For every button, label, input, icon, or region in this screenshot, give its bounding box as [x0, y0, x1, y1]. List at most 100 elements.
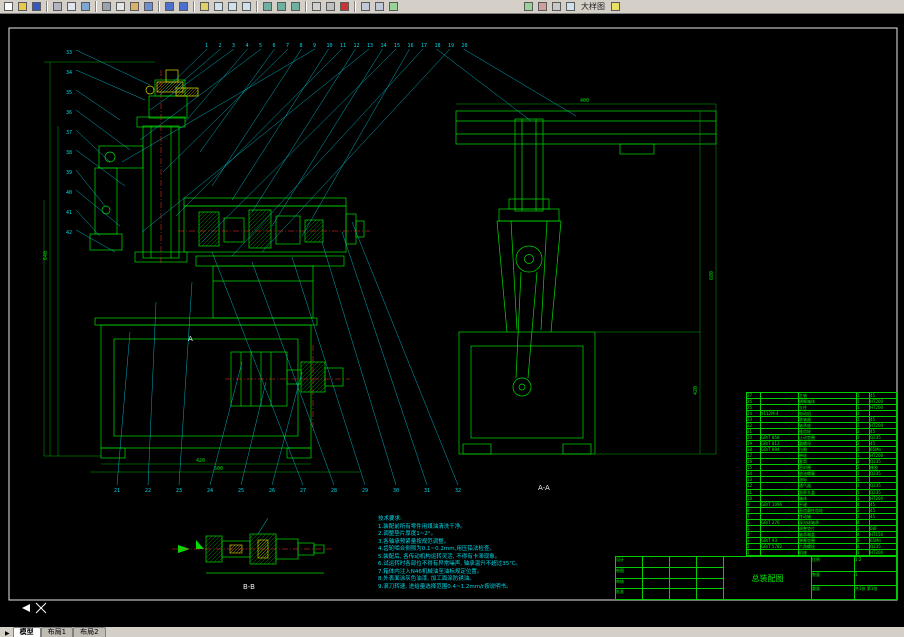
- balloon-number: 22: [145, 488, 151, 494]
- titleblock-sig: 设计 制图 审核 批准: [616, 557, 724, 599]
- note-line: 2.调整垫片厚度1~2°。: [378, 531, 437, 537]
- design-center-icon[interactable]: [275, 1, 288, 13]
- bom-table[interactable]: 27 主轴 1 45 26 横臂箱体 1 HT200 25 立柱 1 HT200 24 Y112M-4 电动…: [746, 392, 897, 556]
- dim-text: 680: [709, 271, 715, 280]
- tab-nav-arrow[interactable]: ▶: [2, 630, 13, 637]
- dim-text: 420: [196, 458, 205, 464]
- view-label-side: A-A: [538, 484, 550, 492]
- side-dimensions: [456, 103, 717, 455]
- copy-icon[interactable]: [114, 1, 127, 13]
- dim-text: 640: [43, 251, 49, 260]
- bom-cell: 1: [747, 549, 750, 555]
- sig-cell: [669, 589, 696, 599]
- bom-cell: [760, 549, 798, 555]
- drawing-canvas[interactable]: 640 420 500 A 680 420 400 A-A B-B 1 2 3 …: [0, 14, 904, 627]
- balloon-number: 19: [448, 43, 454, 49]
- tool-palettes-icon[interactable]: [289, 1, 302, 13]
- balloon-number: 1: [205, 43, 208, 49]
- print-preview-icon[interactable]: [65, 1, 78, 13]
- named-views-icon[interactable]: [564, 1, 577, 13]
- zoom-window-icon[interactable]: [226, 1, 239, 13]
- layer-manager-icon[interactable]: [310, 1, 323, 13]
- save-file-icon[interactable]: [30, 1, 43, 13]
- weight-label: 重量: [812, 585, 854, 599]
- help-icon[interactable]: [609, 1, 622, 13]
- qty-value: 1: [854, 571, 896, 585]
- balloon-number: 2: [219, 43, 222, 49]
- sig-row: 制图: [616, 566, 723, 578]
- section-view[interactable]: B-B: [172, 517, 334, 591]
- balloon-number: 17: [421, 43, 427, 49]
- zoom-previous-icon[interactable]: [240, 1, 253, 13]
- zoom-realtime-icon[interactable]: [212, 1, 225, 13]
- balloon-number: 25: [238, 488, 244, 494]
- balloon-number: 3: [232, 43, 235, 49]
- sig-cell: 制图: [616, 567, 624, 573]
- table-style-icon[interactable]: [550, 1, 563, 13]
- publish-icon[interactable]: [79, 1, 92, 13]
- ucs-icon: [22, 604, 30, 612]
- sig-row: 批准: [616, 588, 723, 599]
- balloon-number: 27: [300, 488, 306, 494]
- hatch-icon[interactable]: [387, 1, 400, 13]
- balloon-number: 15: [394, 43, 400, 49]
- title-block[interactable]: 设计 制图 审核 批准 总装配图 比例 1:2 数量 1 重量 共1张 第1张: [615, 556, 897, 600]
- match-properties-icon[interactable]: [142, 1, 155, 13]
- sig-cell: 批准: [616, 589, 624, 595]
- balloon-number: 6: [273, 43, 276, 49]
- sig-cell: [696, 589, 723, 599]
- cut-icon[interactable]: [100, 1, 113, 13]
- note-line: 3.各轴承预紧量按规范调整。: [378, 538, 450, 545]
- toolbar: 大样图: [0, 0, 904, 14]
- sig-cell: [642, 589, 669, 599]
- color-control-icon[interactable]: [338, 1, 351, 13]
- layer-previous-icon[interactable]: [324, 1, 337, 13]
- front-dimensions: [43, 61, 360, 473]
- text-style-icon[interactable]: [536, 1, 549, 13]
- sheet-label: 共1张 第1张: [854, 585, 896, 599]
- front-view[interactable]: [89, 79, 365, 459]
- new-file-icon[interactable]: [2, 1, 15, 13]
- tab-layout2[interactable]: 布局2: [73, 627, 106, 637]
- note-line: 8.外表面涂灰色油漆, 加工面涂防锈油。: [378, 576, 475, 582]
- sig-cell: [642, 567, 669, 578]
- scale-label: 比例: [812, 557, 820, 562]
- undo-icon[interactable]: [163, 1, 176, 13]
- pan-realtime-icon[interactable]: [198, 1, 211, 13]
- balloon-number: 7: [286, 43, 289, 49]
- bom-row: 1 机座 1 HT200: [747, 548, 896, 555]
- insert-block-icon[interactable]: [373, 1, 386, 13]
- balloon-number: 12: [354, 43, 360, 49]
- balloon-number: 21: [114, 488, 120, 494]
- toolbar-separator: [95, 1, 97, 12]
- sig-cell: [669, 578, 696, 589]
- drawing-title: 总装配图: [724, 557, 812, 599]
- balloon-number: 37: [66, 130, 72, 136]
- side-view[interactable]: [455, 110, 717, 455]
- dimension-style-icon[interactable]: [522, 1, 535, 13]
- make-block-icon[interactable]: [359, 1, 372, 13]
- properties-icon[interactable]: [261, 1, 274, 13]
- sig-cell: [669, 567, 696, 578]
- balloon-number: 4: [246, 43, 249, 49]
- toolbar-text: 大样图: [581, 2, 605, 11]
- balloon-number: 39: [66, 170, 72, 176]
- balloon-number: 42: [66, 230, 72, 236]
- qty-label: 数量: [812, 571, 854, 585]
- sig-cell: [642, 557, 669, 567]
- tab-bar: ▶ 模型 布局1 布局2: [0, 627, 904, 637]
- paste-icon[interactable]: [128, 1, 141, 13]
- balloon-number: 8: [300, 43, 303, 49]
- tab-layout1[interactable]: 布局1: [40, 627, 74, 637]
- tab-model[interactable]: 模型: [12, 627, 41, 637]
- sig-row: 设计: [616, 557, 723, 567]
- redo-icon[interactable]: [177, 1, 190, 13]
- balloon-number: 11: [340, 43, 346, 49]
- balloon-number: 31: [424, 488, 430, 494]
- balloon-number: 40: [66, 190, 72, 196]
- balloon-number: 33: [66, 50, 72, 56]
- open-file-icon[interactable]: [16, 1, 29, 13]
- sig-cell: [696, 557, 723, 567]
- technical-notes[interactable]: 技术要求: 1.装配前所有零件用煤油清洗干净。 2.调整垫片厚度1~2°。 3.各轴…: [378, 516, 521, 591]
- print-icon[interactable]: [51, 1, 64, 13]
